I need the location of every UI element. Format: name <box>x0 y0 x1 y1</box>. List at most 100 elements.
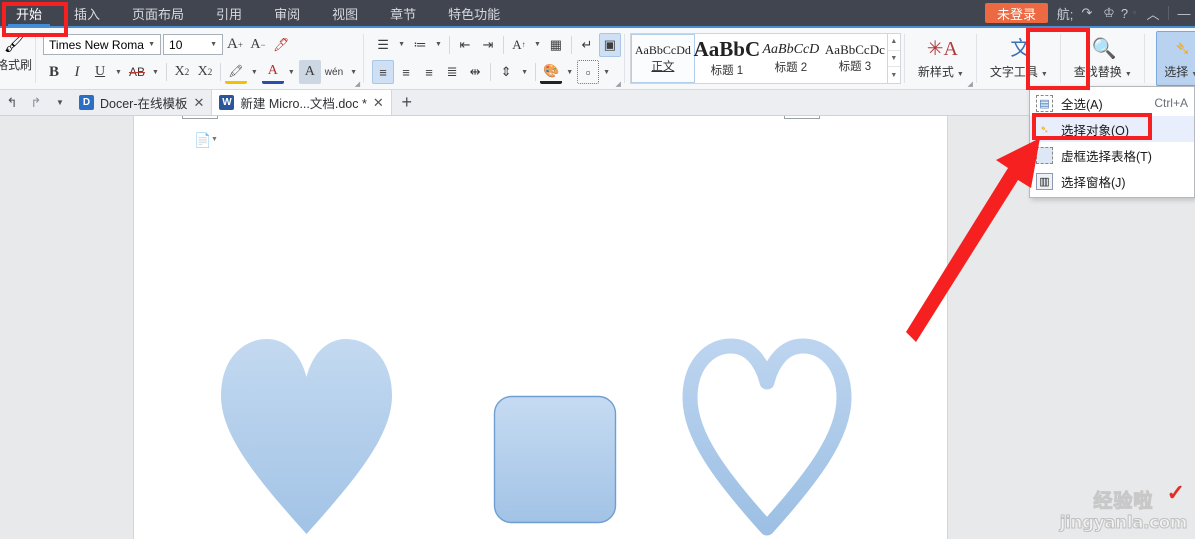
chevron-down-icon[interactable]: ▼ <box>112 69 125 76</box>
ribbon-tab-references[interactable]: 引用 <box>200 0 258 26</box>
ribbon-tab-start[interactable]: 开始 <box>0 0 58 26</box>
rounded-rectangle-shape[interactable] <box>493 395 618 525</box>
line-spacing-icon[interactable]: ⇕ <box>495 60 517 84</box>
font-dialog-launcher[interactable]: ◢ <box>355 80 360 88</box>
align-left-icon[interactable]: ≡ <box>372 60 395 85</box>
italic-button[interactable]: I <box>66 60 88 84</box>
ribbon-tab-insert[interactable]: 插入 <box>58 0 116 26</box>
superscript-button[interactable]: X2 <box>171 60 193 84</box>
style-item-heading2[interactable]: AaBbCcD 标题 2 <box>759 34 823 83</box>
decrease-indent-icon[interactable]: ⇤ <box>454 33 476 57</box>
menu-item-select-all[interactable]: ▤ 全选(A) Ctrl+A <box>1030 90 1194 116</box>
close-icon[interactable]: ✕ <box>373 95 384 111</box>
paragraph-marks-icon[interactable]: ↵ <box>576 33 598 57</box>
style-item-normal[interactable]: AaBbCcDd 正文 <box>630 34 695 83</box>
gallery-scroll-down-button[interactable]: ▼ <box>887 51 900 68</box>
new-tab-button[interactable]: + <box>392 90 422 115</box>
chevron-down-icon[interactable]: ▼ <box>211 136 218 143</box>
font-separator-2 <box>219 63 221 82</box>
chevron-down-icon[interactable]: ▼ <box>563 69 576 76</box>
strikethrough-button[interactable]: AB <box>126 60 148 84</box>
chevron-down-icon[interactable]: ▼ <box>531 41 544 48</box>
increase-indent-icon[interactable]: ⇥ <box>477 33 499 57</box>
gallery-more-button[interactable]: ▼ <box>888 67 900 83</box>
paint-bucket-icon[interactable]: 🎨 <box>540 60 563 85</box>
format-painter-label[interactable]: 格式刷 <box>0 56 32 73</box>
chevron-down-icon[interactable]: ▼ <box>1188 71 1195 78</box>
distribute-icon[interactable]: ⇹ <box>464 60 486 84</box>
document-tab-docer[interactable]: D Docer-在线模板 ✕ <box>72 90 213 115</box>
heart-filled-shape[interactable] <box>219 331 394 536</box>
style-item-heading1[interactable]: AaBbC 标题 1 <box>694 34 761 83</box>
text-shading-button[interactable]: A <box>298 60 321 85</box>
chevron-down-icon[interactable]: ▼ <box>347 69 360 76</box>
ribbon-tab-page-layout[interactable]: 页面布局 <box>116 0 200 26</box>
minimize-button[interactable]: — <box>1173 0 1195 26</box>
find-replace-group: 🔍 查找替换 ▼ <box>1059 28 1144 89</box>
ribbon-tab-sections[interactable]: 章节 <box>374 0 432 26</box>
chevron-down-icon[interactable]: ▼ <box>248 69 261 76</box>
paint-brush-icon[interactable]: 🖌 <box>4 34 26 54</box>
paste-options-icon[interactable]: 📄 <box>194 132 211 149</box>
align-center-icon[interactable]: ≡ <box>395 60 417 84</box>
style-dialog-launcher[interactable]: ◢ <box>967 80 972 88</box>
sort-icon[interactable]: A ↑ <box>508 33 530 57</box>
table-grid-icon[interactable]: ▦ <box>545 33 567 57</box>
clear-format-icon[interactable]: 🖊 <box>270 33 293 57</box>
style-item-heading3[interactable]: AaBbCcDc 标题 3 <box>823 34 887 83</box>
heart-outline-shape[interactable] <box>682 336 852 536</box>
chevron-down-icon[interactable]: ▼ <box>48 90 72 115</box>
chevron-down-icon[interactable]: ▼ <box>285 69 298 76</box>
forward-arrow-icon[interactable]: ↱ <box>24 90 48 115</box>
paragraph-dialog-launcher[interactable]: ◢ <box>616 80 621 88</box>
document-tab-newdoc[interactable]: W 新建 Micro...文档.doc * ✕ <box>212 90 392 115</box>
numbered-list-icon[interactable]: ≔ <box>409 33 431 57</box>
font-family-input[interactable]: Times New Roma ▼ <box>43 34 162 56</box>
document-page[interactable]: 📄 ▼ <box>133 116 948 539</box>
chevron-down-icon[interactable]: ▼ <box>149 69 162 76</box>
back-arrow-icon[interactable]: ↰ <box>0 90 24 115</box>
paragraph-group: ☰ ▼ ≔ ▼ ⇤ ⇥ A ↑ ▼ ▦ ↵ ▣ ≡ ≡ ≡ ≣ ⇹ ⇕ ▼ 🎨 ▼ <box>363 28 624 89</box>
ribbon-tab-review[interactable]: 审阅 <box>258 0 316 26</box>
align-justify-icon[interactable]: ≣ <box>441 60 463 84</box>
font-size-input[interactable]: 10 ▼ <box>163 34 224 56</box>
chevron-down-icon[interactable]: ▼ <box>600 69 613 76</box>
refresh-icon[interactable]: ↷ <box>1076 0 1098 26</box>
doc-layout-icon[interactable]: ▣ <box>598 32 621 57</box>
gallery-scroll-up-button[interactable]: ▲ <box>887 34 900 51</box>
help-icon[interactable]: ? ▼ <box>1120 0 1142 26</box>
bullet-list-icon[interactable]: ☰ <box>372 33 394 57</box>
chevron-down-icon[interactable]: ▼ <box>518 69 531 76</box>
underline-button[interactable]: U <box>89 60 111 84</box>
chevron-down-icon[interactable]: ▼ <box>1122 71 1135 78</box>
ribbon-tab-special[interactable]: 特色功能 <box>432 0 516 26</box>
grow-font-button[interactable]: A + <box>224 33 246 57</box>
align-right-icon[interactable]: ≡ <box>418 60 440 84</box>
chevron-down-icon[interactable]: ▼ <box>207 41 220 48</box>
chevron-down-icon[interactable]: ▼ <box>145 41 158 48</box>
chevron-down-icon[interactable]: ▼ <box>432 41 445 48</box>
shrink-font-button[interactable]: A − <box>247 33 269 57</box>
chevron-down-icon[interactable]: ▼ <box>954 71 967 78</box>
bold-button[interactable]: B <box>43 60 65 84</box>
new-style-button[interactable]: ✳A 新样式 ▼ <box>912 31 973 86</box>
login-button[interactable]: 未登录 <box>984 3 1048 23</box>
pinyin-guide-button[interactable]: wén <box>322 60 346 84</box>
style-gallery-scrollbar[interactable]: ▲ ▼ ▼ <box>886 34 900 83</box>
find-replace-button[interactable]: 🔍 查找替换 ▼ <box>1068 31 1141 86</box>
text-tools-button[interactable]: 文 文字工具 ▼ <box>984 31 1057 86</box>
chevron-down-icon[interactable]: ▼ <box>395 41 408 48</box>
para-sep-3 <box>570 35 572 54</box>
collapse-ribbon-icon[interactable]: ︿ <box>1142 0 1164 26</box>
close-icon[interactable]: ✕ <box>194 95 205 111</box>
shirt-icon[interactable]: ♔ <box>1098 0 1120 26</box>
chevron-down-icon[interactable]: ▼ <box>1038 71 1051 78</box>
select-button[interactable]: ➴ 选择 ▼ <box>1155 31 1195 86</box>
ribbon-tab-view[interactable]: 视图 <box>316 0 374 26</box>
font-group: Times New Roma ▼ 10 ▼ A + A − 🖊 B I U ▼ AB… <box>35 28 363 89</box>
font-color-button[interactable]: A <box>261 60 284 85</box>
highlight-pen-icon[interactable]: 🖍 <box>224 60 247 85</box>
subscript-button[interactable]: X2 <box>194 60 216 84</box>
globe-icon[interactable]: 航; <box>1054 0 1076 26</box>
borders-icon[interactable]: ▫ <box>577 60 600 85</box>
